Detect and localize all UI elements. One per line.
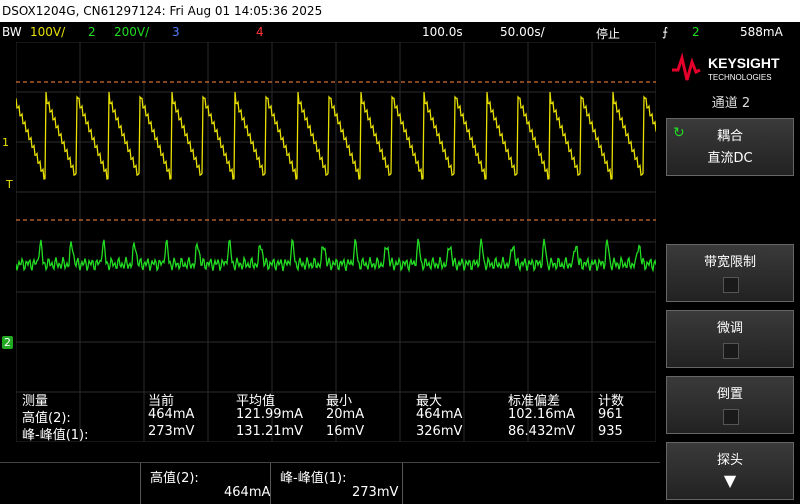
ch4-number[interactable]: 4	[256, 25, 264, 39]
window-title: DSOX1204G, CN61297124: Fri Aug 01 14:05:…	[2, 4, 323, 18]
title-bar: DSOX1204G, CN61297124: Fri Aug 01 14:05:…	[0, 0, 800, 22]
horizontal-delay[interactable]: 100.0s	[422, 25, 463, 39]
keysight-logo: KEYSIGHT TECHNOLOGIES	[668, 48, 796, 88]
meas-row-count: 961	[598, 407, 623, 422]
brand-name: KEYSIGHT	[708, 55, 780, 71]
meas-row-current: 464mA	[148, 407, 195, 422]
bw-limit-softkey[interactable]: 带宽限制	[666, 244, 794, 302]
probe-label: 探头	[716, 453, 743, 468]
invert-checkbox[interactable]	[723, 409, 739, 425]
waveform-svg	[15, 41, 657, 443]
probe-softkey[interactable]: 探头 ▼	[666, 442, 794, 500]
bottom-divider	[270, 463, 271, 504]
ch1-ground-marker[interactable]: 1	[2, 136, 9, 149]
softkey-panel: KEYSIGHT TECHNOLOGIES 通道 2 ↻ 耦合 直流DC 带宽限…	[662, 42, 800, 503]
coupling-label: 耦合	[716, 129, 743, 144]
bw-limit-checkbox[interactable]	[723, 277, 739, 293]
status-bar: BW 100V/ 2 200V/ 3 4 100.0s 50.00s/ 停止 ⨍…	[0, 22, 800, 42]
meas-row-std: 102.16mA	[508, 407, 576, 422]
fine-softkey[interactable]: 微调	[666, 310, 794, 368]
brand-sub: TECHNOLOGIES	[708, 73, 772, 82]
meas-row-name: 峰-峰值(1):	[22, 428, 89, 443]
timebase[interactable]: 50.00s/	[500, 25, 545, 39]
bottom-m1-value: 464mA	[224, 485, 271, 500]
bw-indicator: BW	[2, 25, 22, 39]
panel-title: 通道 2	[711, 96, 751, 111]
meas-row-min: 16mV	[326, 424, 365, 439]
bottom-measurement-bar: 高值(2): 464mA 峰-峰值(1): 273mV	[0, 462, 660, 504]
trigger-level-marker[interactable]: T	[6, 178, 13, 191]
meas-row-count: 935	[598, 424, 623, 439]
ch2-number: 2	[88, 25, 96, 39]
waveform-display[interactable]	[15, 41, 657, 443]
bottom-divider	[402, 463, 403, 504]
meas-row-std: 86.432mV	[508, 424, 576, 439]
fine-label: 微调	[716, 321, 743, 336]
keysight-wave-icon: KEYSIGHT TECHNOLOGIES	[672, 52, 780, 82]
invert-softkey[interactable]: 倒置	[666, 376, 794, 434]
bottom-m1-label: 高值(2):	[150, 471, 199, 486]
ch1-scale[interactable]: 100V/	[30, 25, 65, 39]
meas-row-current: 273mV	[148, 424, 195, 439]
trigger-edge-icon: ⨍	[662, 25, 669, 39]
meas-row-mean: 131.21mV	[236, 424, 304, 439]
coupling-value: 直流DC	[707, 151, 753, 166]
bottom-m2-value: 273mV	[352, 485, 399, 500]
invert-label: 倒置	[716, 387, 743, 402]
run-state: 停止	[596, 27, 621, 41]
ch2-scale[interactable]: 200V/	[114, 25, 149, 39]
trigger-level[interactable]: 588mA	[740, 25, 783, 39]
meas-row-max: 326mV	[416, 424, 463, 439]
bw-limit-label: 带宽限制	[703, 255, 756, 270]
down-arrow-icon: ▼	[723, 471, 737, 490]
ch3-number[interactable]: 3	[172, 25, 180, 39]
trigger-channel: 2	[692, 25, 700, 39]
meas-row-min: 20mA	[326, 407, 365, 422]
bottom-divider	[140, 463, 141, 504]
coupling-softkey[interactable]: ↻ 耦合 直流DC	[666, 118, 794, 176]
ch2-ground-marker[interactable]: 2	[2, 336, 13, 349]
meas-row-mean: 121.99mA	[236, 407, 304, 422]
bottom-m2-label: 峰-峰值(1):	[280, 471, 347, 486]
fine-checkbox[interactable]	[723, 343, 739, 359]
meas-row-max: 464mA	[416, 407, 463, 422]
